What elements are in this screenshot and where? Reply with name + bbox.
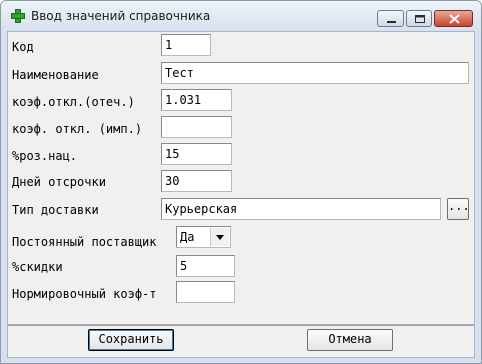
norm-coef-label: Нормировочный коэф-т (12, 287, 157, 301)
code-field[interactable]: 1 (161, 34, 211, 56)
cancel-button[interactable]: Отмена (307, 329, 393, 351)
maximize-button[interactable] (406, 10, 432, 27)
delivery-type-browse-button[interactable]: ... (447, 198, 470, 220)
button-bar: Сохранить Отмена (7, 325, 475, 358)
form-area: Код 1 Наименование Тест коэф.откл.(отеч.… (7, 31, 475, 325)
deferral-days-field[interactable]: 30 (161, 170, 232, 192)
close-icon (449, 14, 460, 24)
delivery-type-label: Тип доставки (12, 203, 99, 217)
name-label: Наименование (12, 68, 99, 82)
title-bar[interactable]: Ввод значений справочника (1, 1, 481, 31)
markup-label: %роз.нац. (12, 149, 78, 163)
footer-divider (8, 325, 474, 326)
coef-domestic-label: коэф.откл.(отеч.) (12, 95, 135, 109)
minimize-button[interactable] (377, 10, 404, 27)
coef-domestic-field[interactable]: 1.031 (161, 89, 232, 111)
permanent-supplier-value: Да (180, 230, 195, 244)
markup-field[interactable]: 15 (161, 143, 232, 165)
dialog-window: Ввод значений справочника Код 1 Наименов… (0, 0, 482, 364)
close-button[interactable] (434, 10, 473, 27)
norm-coef-field[interactable] (176, 281, 235, 303)
save-button[interactable]: Сохранить (88, 329, 174, 351)
window-title: Ввод значений справочника (31, 9, 211, 23)
code-label: Код (12, 40, 34, 54)
coef-import-label: коэф. откл. (имп.) (12, 122, 143, 136)
name-field[interactable]: Тест (161, 62, 469, 84)
permanent-supplier-select[interactable]: Да (176, 226, 231, 248)
minimize-icon (387, 21, 396, 23)
discount-label: %скидки (12, 260, 63, 274)
chevron-down-icon[interactable] (210, 228, 229, 246)
delivery-type-field[interactable]: Курьерская (161, 198, 441, 220)
deferral-days-label: Дней отсрочки (12, 175, 106, 189)
maximize-icon (415, 15, 425, 23)
coef-import-field[interactable] (161, 116, 232, 138)
permanent-supplier-label: Постоянный поставщик (12, 235, 157, 249)
discount-field[interactable]: 5 (176, 255, 235, 277)
green-cross-icon (11, 9, 25, 23)
